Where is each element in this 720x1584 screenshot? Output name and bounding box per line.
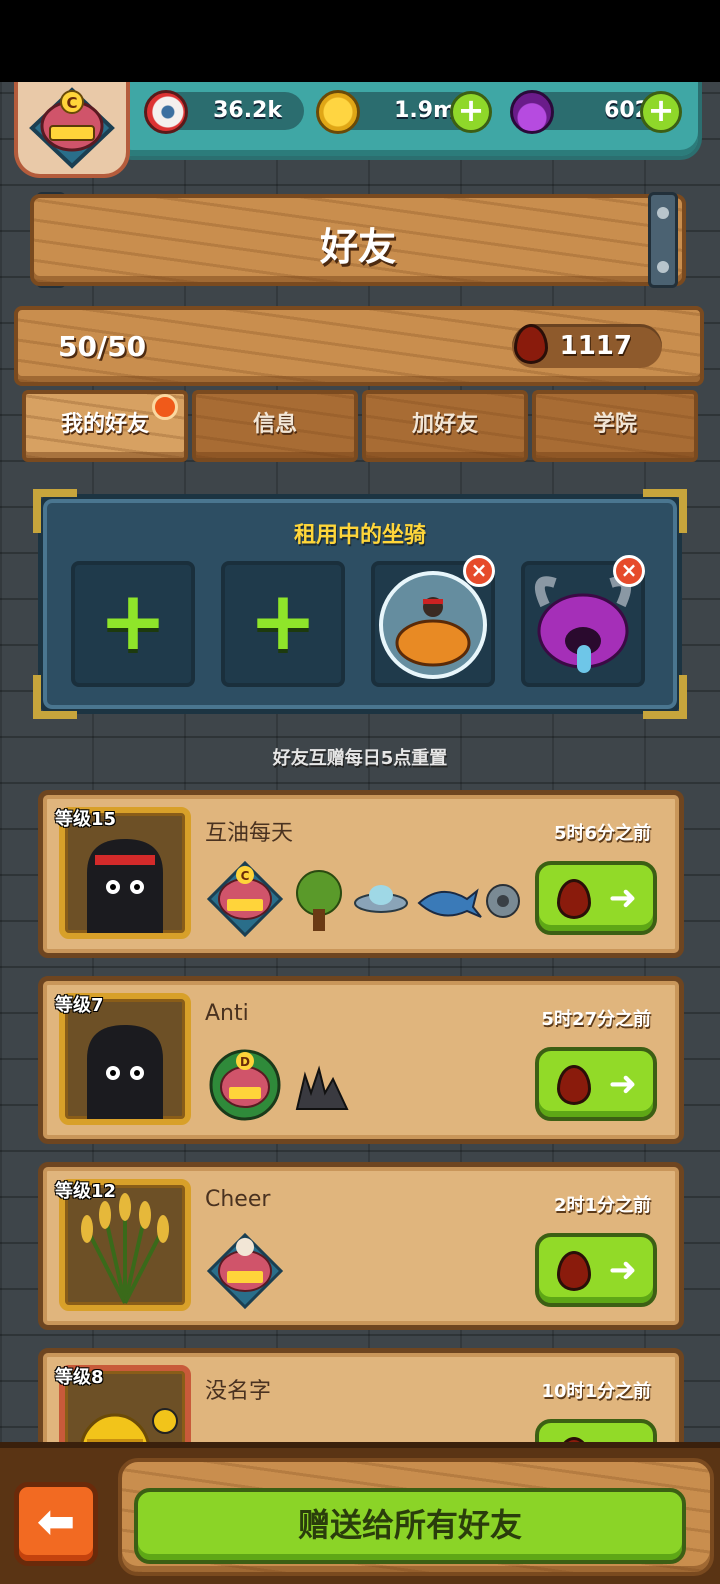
friend-name: 互油每天 bbox=[205, 821, 294, 846]
potion-icon bbox=[510, 90, 554, 134]
monster-badge-icon: C bbox=[206, 860, 284, 938]
player-avatar[interactable]: C bbox=[14, 82, 130, 178]
panel-corner bbox=[33, 675, 77, 719]
monster-badge-icon: D bbox=[209, 1049, 281, 1121]
plus-icon: + bbox=[98, 574, 168, 669]
fish-ship-mount-icon bbox=[417, 888, 482, 918]
send-blood-button[interactable]: ➜ bbox=[535, 1233, 657, 1307]
spiky-mount-icon bbox=[295, 1065, 349, 1110]
friend-count: 50/50 bbox=[58, 330, 147, 363]
tab-academy[interactable]: 学院 bbox=[532, 390, 698, 462]
tab-messages[interactable]: 信息 bbox=[192, 390, 358, 462]
friend-level: 等级7 bbox=[55, 995, 104, 1016]
title-board: 好友 bbox=[30, 194, 686, 286]
svg-text:C: C bbox=[241, 869, 250, 883]
friend-card: 等级7 Anti 5时27分之前 D ➜ bbox=[38, 976, 684, 1144]
back-arrow-icon: ⬅ bbox=[36, 1494, 76, 1548]
friend-name: Cheer bbox=[205, 1187, 271, 1212]
friend-mount-list: C bbox=[205, 859, 525, 939]
svg-text:C: C bbox=[66, 94, 77, 112]
svg-text:D: D bbox=[240, 1055, 250, 1069]
monster-badge-icon bbox=[206, 1232, 284, 1310]
last-active-time: 10时1分之前 bbox=[541, 1381, 651, 1402]
friend-card: 等级15 互油每天 5时6分之前 C ➜ bbox=[38, 790, 684, 958]
mount-slot-filled[interactable]: × bbox=[371, 555, 495, 687]
back-button[interactable]: ⬅ bbox=[14, 1482, 98, 1566]
panel-corner bbox=[643, 675, 687, 719]
mount-slot-empty[interactable]: + bbox=[221, 561, 345, 687]
blood-drop-icon bbox=[514, 324, 548, 364]
plus-icon: + bbox=[248, 574, 318, 669]
last-active-time: 5时27分之前 bbox=[541, 1009, 651, 1030]
mount-slot-filled[interactable]: × bbox=[521, 555, 645, 687]
black-blob-headband-icon bbox=[87, 839, 163, 933]
black-blob-icon bbox=[87, 1025, 163, 1119]
friend-mount-list bbox=[205, 1231, 305, 1311]
arrow-right-icon: ➜ bbox=[608, 1250, 638, 1290]
friend-name: Anti bbox=[205, 1001, 249, 1026]
eyeball-icon bbox=[144, 90, 188, 134]
notification-dot bbox=[152, 394, 178, 420]
buy-coins-button[interactable]: + bbox=[450, 91, 492, 133]
friend-level: 等级12 bbox=[55, 1181, 117, 1202]
buy-potions-button[interactable]: + bbox=[640, 91, 682, 133]
blood-drop-icon bbox=[557, 1251, 591, 1291]
resource-bar: 36.2k 1.9m + 602 + bbox=[110, 82, 702, 160]
friend-count-bar: 50/50 1117 bbox=[14, 306, 704, 386]
blood-drop-icon bbox=[557, 1065, 591, 1105]
monster-badge-icon: C bbox=[29, 87, 115, 169]
arrow-right-icon: ➜ bbox=[608, 878, 638, 918]
rented-mounts-panel: 租用中的坐骑 + + × × bbox=[33, 489, 687, 719]
remove-mount-button[interactable]: × bbox=[613, 555, 645, 587]
arrow-right-icon: ➜ bbox=[608, 1064, 638, 1104]
coin-icon bbox=[316, 90, 360, 134]
tab-my-friends[interactable]: 我的好友 bbox=[22, 390, 188, 462]
friend-mount-list: D bbox=[205, 1045, 405, 1125]
friend-card: 等级12 Cheer 2时1分之前 ➜ bbox=[38, 1162, 684, 1330]
send-blood-button[interactable]: ➜ bbox=[535, 861, 657, 935]
last-active-time: 5时6分之前 bbox=[553, 823, 651, 844]
blood-drop-icon bbox=[557, 879, 591, 919]
wheat-plant-icon bbox=[81, 1193, 169, 1304]
daily-reset-note: 好友互赠每日5点重置 bbox=[272, 748, 448, 769]
friend-name: 没名字 bbox=[205, 1379, 272, 1404]
tab-add-friend[interactable]: 加好友 bbox=[362, 390, 528, 462]
friend-level: 等级8 bbox=[55, 1367, 104, 1388]
rented-mounts-title: 租用中的坐骑 bbox=[293, 523, 426, 548]
last-active-time: 2时1分之前 bbox=[553, 1195, 651, 1216]
tree-mount-icon bbox=[296, 870, 342, 931]
page-title: 好友 bbox=[319, 225, 396, 269]
tab-bar: 我的好友 信息 加好友 学院 bbox=[22, 390, 698, 462]
gift-all-button[interactable]: 赠送给所有好友 bbox=[134, 1488, 686, 1564]
remove-mount-button[interactable]: × bbox=[463, 555, 495, 587]
mount-slot-empty[interactable]: + bbox=[71, 561, 195, 687]
send-blood-button[interactable]: ➜ bbox=[535, 1047, 657, 1121]
ufo-mount-icon bbox=[354, 885, 408, 913]
mech-mount-icon bbox=[486, 884, 520, 918]
friend-level: 等级15 bbox=[55, 809, 117, 830]
status-bar bbox=[0, 0, 720, 82]
bolt-right bbox=[648, 192, 678, 288]
